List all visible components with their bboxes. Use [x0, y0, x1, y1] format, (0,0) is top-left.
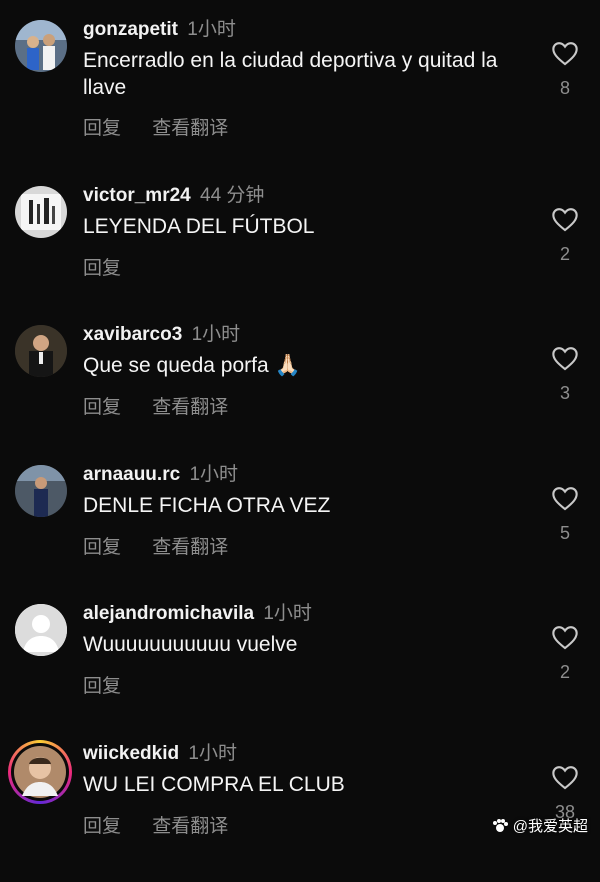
see-translation-button[interactable]: 查看翻译 [152, 118, 228, 139]
avatar[interactable] [15, 20, 67, 72]
avatar-story-ring[interactable] [8, 740, 72, 804]
comment-header: xavibarco3 1小时 [83, 323, 240, 347]
avatar[interactable] [15, 604, 67, 656]
see-translation-button[interactable]: 查看翻译 [152, 816, 228, 837]
like-button[interactable]: 2 [548, 624, 582, 683]
username[interactable]: wiickedkid [83, 743, 179, 764]
comment-text: Wuuuuuuuuuuu vuelve [83, 633, 298, 656]
like-button[interactable]: 5 [548, 485, 582, 544]
timestamp: 1小时 [263, 603, 312, 624]
heart-icon [552, 347, 578, 371]
watermark: @我爱英超 [491, 815, 588, 836]
timestamp: 1小时 [188, 743, 237, 764]
heart-icon [552, 42, 578, 66]
heart-icon [552, 487, 578, 511]
comment-actions: 回复 查看翻译 [83, 532, 254, 559]
like-count: 2 [559, 662, 570, 682]
avatar[interactable] [15, 325, 67, 377]
like-button[interactable]: 2 [548, 206, 582, 265]
reply-button[interactable]: 回复 [83, 258, 121, 279]
see-translation-button[interactable]: 查看翻译 [152, 537, 228, 558]
comment-actions: 回复 查看翻译 [83, 811, 254, 838]
timestamp: 1小时 [187, 19, 236, 40]
comment-item: xavibarco3 1小时 Que se queda porfa 🙏🏻 回复 … [0, 323, 600, 463]
username[interactable]: alejandromichavila [83, 603, 254, 624]
heart-icon [552, 766, 578, 790]
paw-logo-icon [492, 818, 508, 832]
like-count: 8 [559, 78, 570, 98]
comment-text: Encerradlo en la ciudad deportiva y quit… [83, 49, 498, 99]
comment-text: LEYENDA DEL FÚTBOL [83, 215, 315, 238]
comment-item: victor_mr24 44 分钟 LEYENDA DEL FÚTBOL 回复 … [0, 184, 600, 324]
comment-item: alejandromichavila 1小时 Wuuuuuuuuuuu vuel… [0, 602, 600, 742]
comment-item: wiickedkid 1小时 WU LEI COMPRA EL CLUB 回复 … [0, 740, 600, 882]
username[interactable]: xavibarco3 [83, 324, 182, 345]
comment-text: Que se queda porfa 🙏🏻 [83, 354, 301, 377]
heart-icon [552, 626, 578, 650]
timestamp: 1小时 [189, 464, 239, 485]
like-count: 5 [559, 523, 570, 543]
username[interactable]: arnaauu.rc [83, 464, 180, 485]
like-button[interactable]: 8 [548, 40, 582, 99]
comment-item: arnaauu.rc 1小时 DENLE FICHA OTRA VEZ 回复 查… [0, 463, 600, 603]
reply-button[interactable]: 回复 [83, 118, 121, 139]
reply-button[interactable]: 回复 [83, 397, 121, 418]
reply-button[interactable]: 回复 [83, 676, 121, 697]
see-translation-button[interactable]: 查看翻译 [152, 397, 228, 418]
avatar[interactable] [15, 465, 67, 517]
comment-header: alejandromichavila 1小时 [83, 602, 312, 626]
timestamp: 44 分钟 [200, 185, 265, 206]
comment-header: victor_mr24 44 分钟 [83, 184, 264, 208]
comment-actions: 回复 [83, 671, 147, 698]
username[interactable]: victor_mr24 [83, 185, 191, 206]
like-count: 2 [559, 244, 570, 264]
comment-header: wiickedkid 1小时 [83, 742, 237, 766]
avatar[interactable] [15, 186, 67, 238]
comment-actions: 回复 [83, 253, 147, 280]
comment-header: arnaauu.rc 1小时 [83, 463, 238, 487]
comment-item: gonzapetit 1小时 Encerradlo en la ciudad d… [0, 18, 600, 158]
comment-text: WU LEI COMPRA EL CLUB [83, 773, 345, 796]
username[interactable]: gonzapetit [83, 19, 178, 40]
comment-actions: 回复 查看翻译 [83, 392, 254, 419]
timestamp: 1小时 [191, 324, 241, 345]
comment-actions: 回复 查看翻译 [83, 113, 254, 140]
reply-button[interactable]: 回复 [83, 537, 121, 558]
heart-icon [552, 208, 578, 232]
comment-text: DENLE FICHA OTRA VEZ [83, 494, 331, 517]
reply-button[interactable]: 回复 [83, 816, 121, 837]
like-button[interactable]: 3 [548, 345, 582, 404]
like-count: 3 [559, 383, 570, 403]
watermark-text: @我爱英超 [512, 818, 588, 835]
comment-header: gonzapetit 1小时 [83, 18, 236, 42]
